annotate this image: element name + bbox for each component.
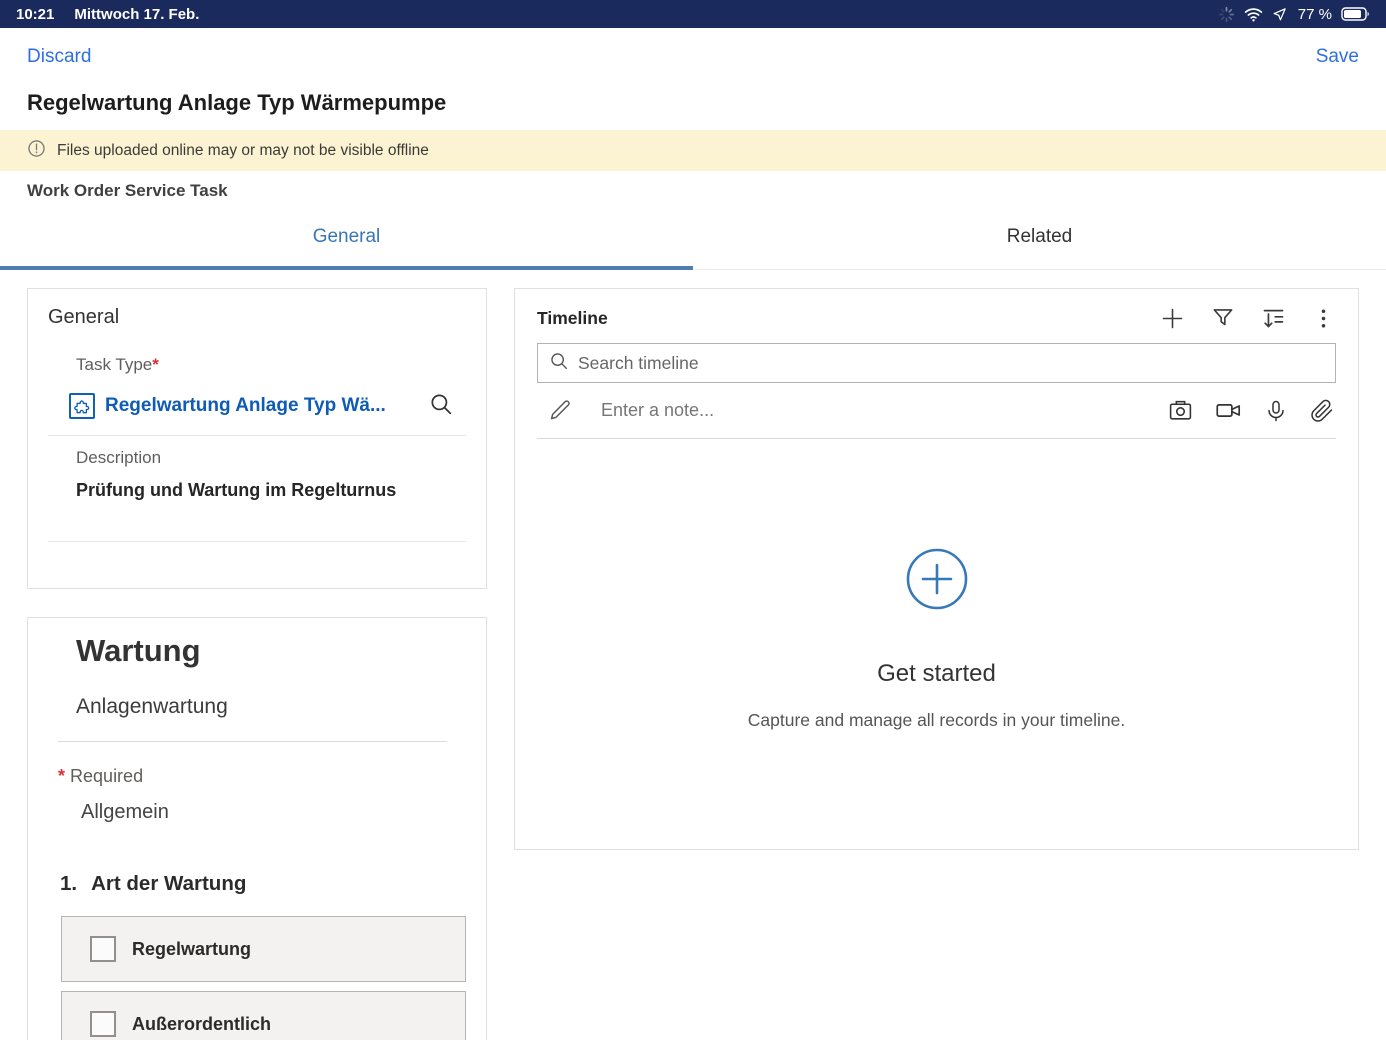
warning-text: Files uploaded online may or may not be … [57, 142, 429, 160]
timeline-filter-icon[interactable] [1210, 305, 1236, 331]
regelwartung-checkbox[interactable] [90, 936, 116, 962]
question-text: Art der Wartung [91, 872, 246, 896]
wartung-subtitle: Anlagenwartung [76, 695, 466, 719]
microphone-icon[interactable] [1264, 399, 1288, 423]
tab-bar: General Related [0, 204, 1386, 270]
tab-general[interactable]: General [0, 204, 693, 269]
required-star: * [58, 766, 65, 786]
attachment-icon[interactable] [1310, 399, 1334, 423]
task-type-required-star: * [152, 355, 159, 374]
location-arrow-icon [1272, 7, 1287, 22]
general-card-title: General [48, 305, 466, 329]
page-title: Regelwartung Anlage Typ Wärmepumpe [27, 89, 1359, 116]
ausserordentlich-checkbox[interactable] [90, 1011, 116, 1037]
status-date: Mittwoch 17. Feb. [74, 6, 199, 23]
divider [48, 541, 466, 542]
save-button[interactable]: Save [1316, 44, 1359, 69]
offline-warning-banner: Files uploaded online may or may not be … [0, 130, 1386, 171]
app-screen: 10:21 Mittwoch 17. Feb. [0, 0, 1386, 1040]
task-type-lookup-field[interactable]: Regelwartung Anlage Typ Wä... [69, 391, 466, 421]
lookup-search-icon[interactable] [428, 391, 454, 422]
question-art-der-wartung: 1. Art der Wartung [60, 872, 466, 896]
task-type-label: Task Type* [76, 355, 466, 375]
discard-button[interactable]: Discard [27, 44, 91, 69]
status-bar: 10:21 Mittwoch 17. Feb. [0, 0, 1386, 28]
record-type-label: Work Order Service Task [27, 181, 1359, 204]
wartung-title: Wartung [76, 632, 466, 669]
ausserordentlich-checkbox-label: Außerordentlich [132, 1014, 271, 1035]
tab-related-label: Related [1007, 226, 1073, 248]
pencil-icon [548, 398, 573, 423]
camera-icon[interactable] [1168, 398, 1193, 423]
required-text: Required [70, 766, 143, 786]
timeline-sort-icon[interactable] [1260, 305, 1287, 332]
task-type-value-link[interactable]: Regelwartung Anlage Typ Wä... [105, 395, 386, 417]
timeline-search-input[interactable] [578, 353, 1325, 374]
question-number: 1. [60, 872, 77, 896]
divider [48, 435, 466, 436]
service-task-puzzle-icon [69, 393, 95, 419]
option-ausserordentlich[interactable]: Außerordentlich [61, 991, 466, 1040]
timeline-title: Timeline [537, 308, 608, 329]
wartung-section-card: Wartung Anlagenwartung * Required Allgem… [27, 617, 487, 1040]
regelwartung-checkbox-label: Regelwartung [132, 939, 251, 960]
status-time: 10:21 [16, 6, 54, 23]
warning-info-icon [27, 139, 46, 163]
description-value[interactable]: Prüfung und Wartung im Regelturnus [76, 480, 466, 501]
get-started-plus-icon[interactable] [905, 547, 969, 616]
tab-related[interactable]: Related [693, 204, 1386, 269]
timeline-note-row[interactable]: Enter a note... [537, 383, 1336, 439]
wifi-icon [1244, 7, 1263, 22]
timeline-empty-state: Get started Capture and manage all recor… [537, 547, 1336, 731]
network-activity-spinner-icon [1218, 6, 1235, 23]
divider [58, 741, 447, 742]
timeline-add-icon[interactable] [1159, 305, 1186, 332]
note-placeholder: Enter a note... [601, 400, 714, 421]
battery-percent: 77 % [1298, 6, 1332, 23]
option-regelwartung[interactable]: Regelwartung [61, 916, 466, 982]
timeline-card: Timeline [514, 288, 1359, 850]
section-allgemein-label: Allgemein [81, 801, 466, 824]
timeline-search-box [537, 343, 1336, 383]
general-section-card: General Task Type* Regelwartung Anlage T… [27, 288, 487, 589]
task-type-label-text: Task Type [76, 355, 152, 374]
tab-general-label: General [313, 226, 381, 248]
description-label: Description [76, 448, 466, 468]
video-icon[interactable] [1215, 397, 1242, 424]
command-bar: Discard Save [0, 28, 1386, 69]
timeline-more-icon[interactable] [1311, 306, 1336, 331]
battery-icon [1341, 7, 1370, 21]
get-started-title: Get started [537, 660, 1336, 688]
required-note: * Required [58, 766, 466, 787]
get-started-subtitle: Capture and manage all records in your t… [537, 710, 1336, 731]
search-icon [548, 350, 570, 377]
